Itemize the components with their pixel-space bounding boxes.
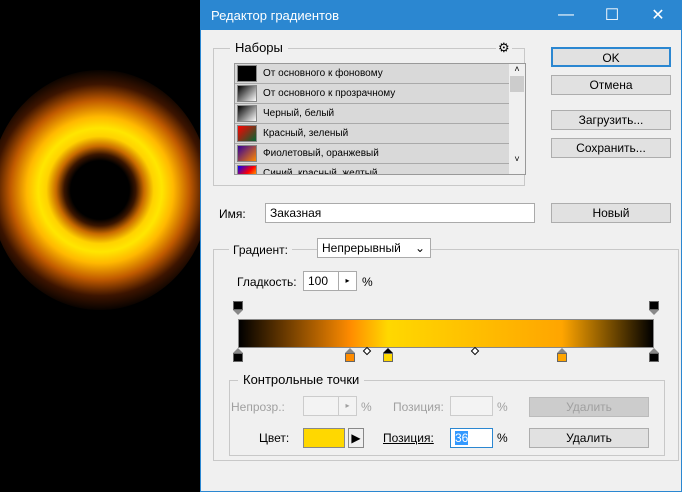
- save-button[interactable]: Сохранить...: [551, 138, 671, 158]
- smoothness-percent: %: [362, 275, 373, 289]
- preset-label: Фиолетовый, оранжевый: [263, 148, 379, 159]
- scroll-up-icon[interactable]: ˄: [509, 64, 525, 74]
- preset-item[interactable]: Фиолетовый, оранжевый: [235, 144, 511, 164]
- preset-swatch: [237, 145, 257, 162]
- color-label: Цвет:: [259, 431, 290, 445]
- preset-item[interactable]: Красный, зеленый: [235, 124, 511, 144]
- window-title: Редактор градиентов: [211, 7, 339, 23]
- presets-label: Наборы: [230, 40, 288, 55]
- title-bar: Редактор градиентов — ☐ ✕: [201, 0, 681, 30]
- preset-swatch: [237, 65, 257, 82]
- preset-swatch: [237, 85, 257, 102]
- name-input[interactable]: Заказная: [265, 203, 535, 223]
- color-menu-arrow-icon[interactable]: ▶: [348, 428, 364, 448]
- color-stop[interactable]: [345, 348, 356, 362]
- preset-swatch: [237, 125, 257, 142]
- preset-swatch: [237, 165, 257, 174]
- opacity-stop[interactable]: [649, 301, 659, 315]
- chevron-down-icon: ⌄: [414, 241, 425, 255]
- opacity-position-label: Позиция:: [393, 400, 444, 414]
- gradient-editor-dialog: Редактор градиентов — ☐ ✕ Наборы ⚙ От ос…: [200, 0, 682, 492]
- preset-label: От основного к прозрачному: [263, 88, 396, 99]
- opacity-label: Непрозр.:: [231, 400, 285, 414]
- opacity-stop[interactable]: [233, 301, 243, 315]
- smoothness-label: Гладкость:: [237, 275, 297, 289]
- scroll-down-icon[interactable]: ˅: [509, 154, 525, 164]
- smoothness-input[interactable]: 100 ▸: [303, 271, 357, 291]
- opacity-percent: %: [361, 400, 372, 414]
- ok-button[interactable]: OK: [551, 47, 671, 67]
- sun-ring: [0, 70, 210, 310]
- opacity-position-input[interactable]: [450, 396, 493, 416]
- gradient-type-select[interactable]: Непрерывный ⌄: [317, 238, 431, 258]
- color-stop[interactable]: [233, 348, 243, 362]
- new-button[interactable]: Новый: [551, 203, 671, 223]
- presets-list: От основного к фоновому От основного к пр…: [234, 63, 526, 175]
- gear-icon[interactable]: ⚙: [496, 40, 512, 56]
- position-value: 36: [455, 431, 469, 445]
- position-input[interactable]: 36: [450, 428, 493, 448]
- cancel-button[interactable]: Отмена: [551, 75, 671, 95]
- smoothness-arrow-icon[interactable]: ▸: [338, 272, 356, 290]
- color-stop[interactable]: [382, 348, 393, 362]
- color-stop[interactable]: [649, 348, 659, 362]
- gradient-bar[interactable]: [238, 319, 654, 348]
- name-label: Имя:: [219, 207, 246, 221]
- preset-label: Синий, красный, желтый: [263, 168, 378, 175]
- preset-label: От основного к фоновому: [263, 68, 383, 79]
- preset-item[interactable]: Черный, белый: [235, 104, 511, 124]
- gradient-type-value: Непрерывный: [322, 241, 401, 255]
- delete-opacity-stop-button[interactable]: Удалить: [529, 397, 649, 417]
- gradient-type-label: Градиент:: [229, 243, 293, 257]
- opacity-arrow-icon[interactable]: ▸: [338, 397, 356, 415]
- scroll-thumb[interactable]: [510, 76, 524, 92]
- close-button[interactable]: ✕: [635, 5, 681, 25]
- position-percent: %: [497, 431, 508, 445]
- color-stop[interactable]: [557, 348, 568, 362]
- preset-label: Черный, белый: [263, 108, 335, 119]
- smoothness-value: 100: [308, 274, 329, 288]
- opacity-position-percent: %: [497, 400, 508, 414]
- preset-item[interactable]: Синий, красный, желтый: [235, 164, 511, 175]
- color-swatch[interactable]: [303, 428, 345, 448]
- opacity-input[interactable]: ▸: [303, 396, 357, 416]
- maximize-button[interactable]: ☐: [589, 5, 635, 25]
- scrollbar[interactable]: ˄ ˅: [509, 64, 525, 174]
- load-button[interactable]: Загрузить...: [551, 110, 671, 130]
- position-label: Позиция:: [383, 431, 434, 445]
- minimize-button[interactable]: —: [543, 6, 589, 24]
- preset-swatch: [237, 105, 257, 122]
- canvas-image: [0, 0, 210, 492]
- delete-stop-button[interactable]: Удалить: [529, 428, 649, 448]
- preset-label: Красный, зеленый: [263, 128, 349, 139]
- preset-item[interactable]: От основного к прозрачному: [235, 84, 511, 104]
- stops-label: Контрольные точки: [238, 372, 365, 387]
- preset-item[interactable]: От основного к фоновому: [235, 64, 511, 84]
